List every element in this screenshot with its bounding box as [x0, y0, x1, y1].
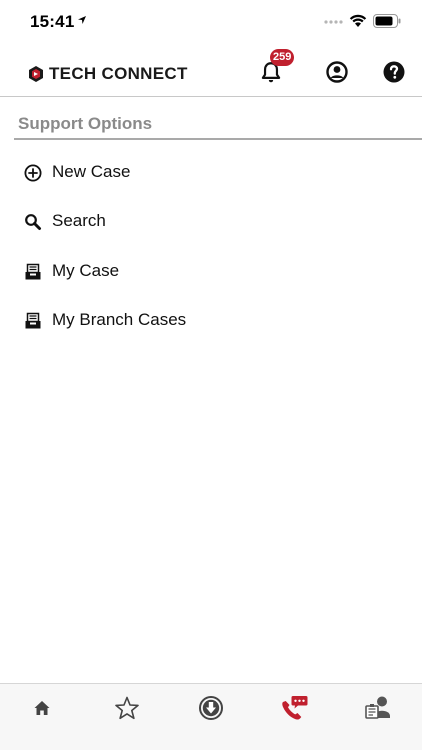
- search-icon: [24, 213, 42, 231]
- cellular-signal-icon: [324, 20, 343, 24]
- notification-badge: 259: [270, 49, 295, 66]
- bottom-tab-bar: [0, 683, 422, 750]
- tab-favorites[interactable]: [112, 694, 142, 722]
- status-time: 15:41: [30, 12, 75, 31]
- battery-icon: [373, 14, 401, 28]
- case-tray-icon: [24, 312, 42, 330]
- help-button[interactable]: [382, 60, 406, 84]
- section-divider: [14, 138, 422, 140]
- menu-item-label: New Case: [52, 162, 131, 181]
- home-icon: [34, 701, 50, 715]
- status-bar: 15:41: [0, 0, 422, 44]
- app-header: TECH CONNECT 259: [0, 44, 422, 97]
- case-tray-icon: [24, 263, 42, 281]
- menu-item-label: My Branch Cases: [52, 310, 187, 329]
- tab-downloads[interactable]: [196, 694, 226, 722]
- menu-item-label: My Case: [52, 261, 120, 280]
- section-title: Support Options: [18, 114, 153, 133]
- menu-item-my-branch-cases[interactable]: My Branch Cases: [0, 296, 422, 344]
- menu-item-label: Search: [52, 211, 106, 230]
- star-icon: [115, 696, 139, 720]
- help-icon: [383, 61, 405, 83]
- phone-chat-icon: [282, 696, 308, 720]
- technician-icon: [365, 696, 390, 719]
- location-arrow-icon: [78, 16, 86, 24]
- tab-technician[interactable]: [364, 694, 394, 722]
- tab-home[interactable]: [27, 694, 57, 722]
- brand-name: TECH CONNECT: [49, 64, 188, 83]
- wifi-icon: [349, 14, 367, 27]
- tech-connect-logo: TECH CONNECT: [27, 64, 188, 84]
- tab-support[interactable]: [279, 694, 309, 722]
- plus-circle-icon: [24, 164, 42, 182]
- profile-button[interactable]: [325, 60, 349, 84]
- logo-mark-icon: [29, 66, 43, 82]
- user-icon: [326, 61, 348, 83]
- menu-item-search[interactable]: Search: [0, 197, 422, 245]
- download-icon: [199, 696, 223, 720]
- menu-item-new-case[interactable]: New Case: [0, 148, 422, 196]
- menu-item-my-case[interactable]: My Case: [0, 247, 422, 295]
